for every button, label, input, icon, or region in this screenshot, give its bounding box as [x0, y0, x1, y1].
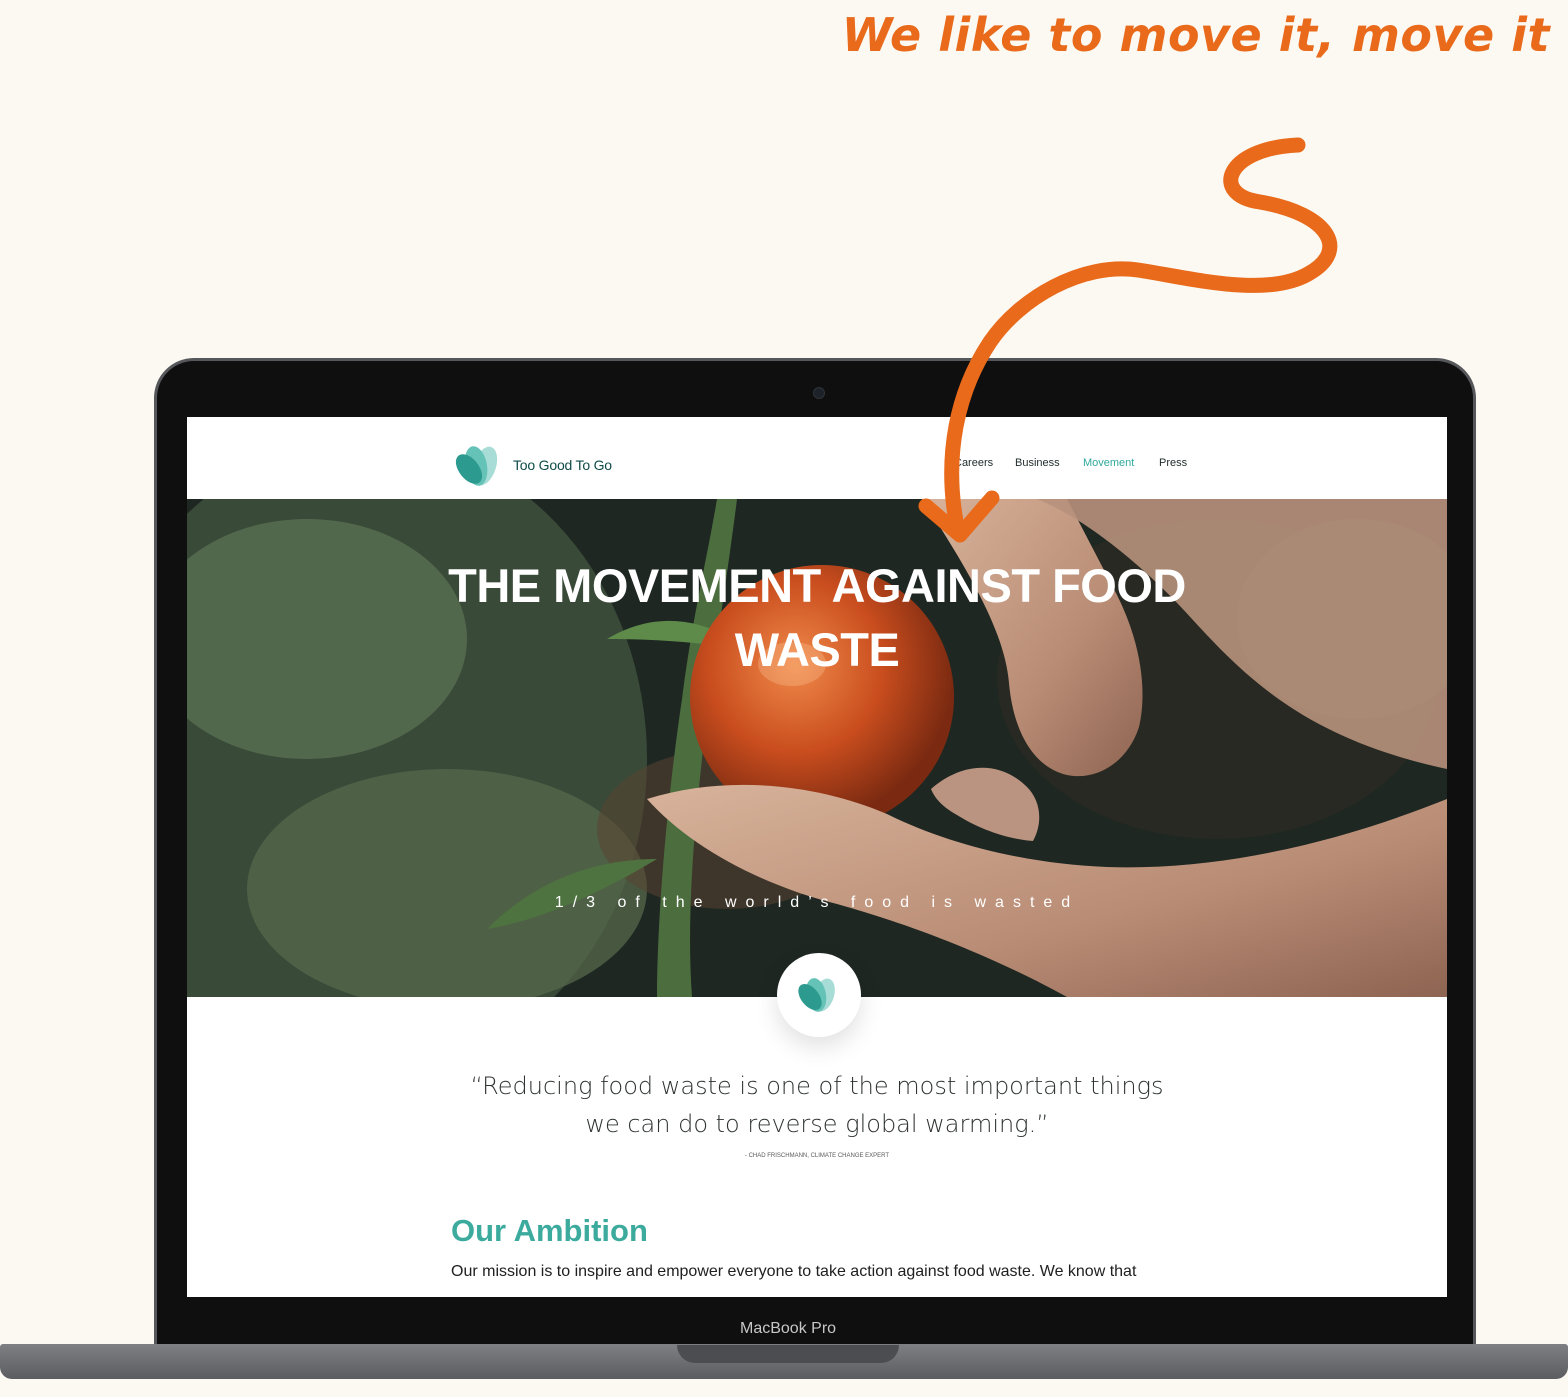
laptop-lid: Too Good To Go Careers Business Movement…: [154, 358, 1476, 1344]
hero-section: THE MOVEMENT AGAINST FOOD WASTE 1/3 of t…: [187, 499, 1447, 997]
hero-title-line-2: WASTE: [734, 623, 900, 676]
mission-quote: “Reducing food waste is one of the most …: [187, 1067, 1447, 1143]
nav-press[interactable]: Press: [1159, 457, 1187, 469]
hero-title: THE MOVEMENT AGAINST FOOD WASTE: [187, 554, 1447, 682]
brand-logo-icon: [455, 446, 498, 486]
annotation-heading: We like to move it, move it: [841, 8, 1550, 62]
nav-careers[interactable]: Careers: [954, 457, 993, 469]
brand-badge: [777, 953, 861, 1037]
device-label: MacBook Pro: [740, 1320, 837, 1337]
quote-line-2: we can do to reverse global warming.”: [585, 1110, 1049, 1138]
camera: [813, 387, 825, 399]
nav-business[interactable]: Business: [1015, 457, 1060, 469]
quote-author: - CHAD FRISCHMANN, CLIMATE CHANGE EXPERT: [744, 1153, 890, 1159]
hero-title-line-1: THE MOVEMENT AGAINST FOOD: [448, 559, 1186, 612]
site-header: Too Good To Go Careers Business Movement…: [187, 417, 1447, 499]
ambition-text: Our mission is to inspire and empower ev…: [451, 1263, 1137, 1280]
brand-name: Too Good To Go: [513, 457, 612, 473]
leaf-logo-icon: [798, 978, 835, 1012]
nav-movement[interactable]: Movement: [1083, 457, 1134, 469]
laptop-hinge: [677, 1345, 899, 1363]
ambition-heading: Our Ambition: [451, 1213, 648, 1248]
laptop-screen: Too Good To Go Careers Business Movement…: [187, 417, 1447, 1297]
hero-subtitle: 1/3 of the world’s food is wasted: [554, 894, 1080, 911]
quote-line-1: “Reducing food waste is one of the most …: [470, 1072, 1164, 1100]
